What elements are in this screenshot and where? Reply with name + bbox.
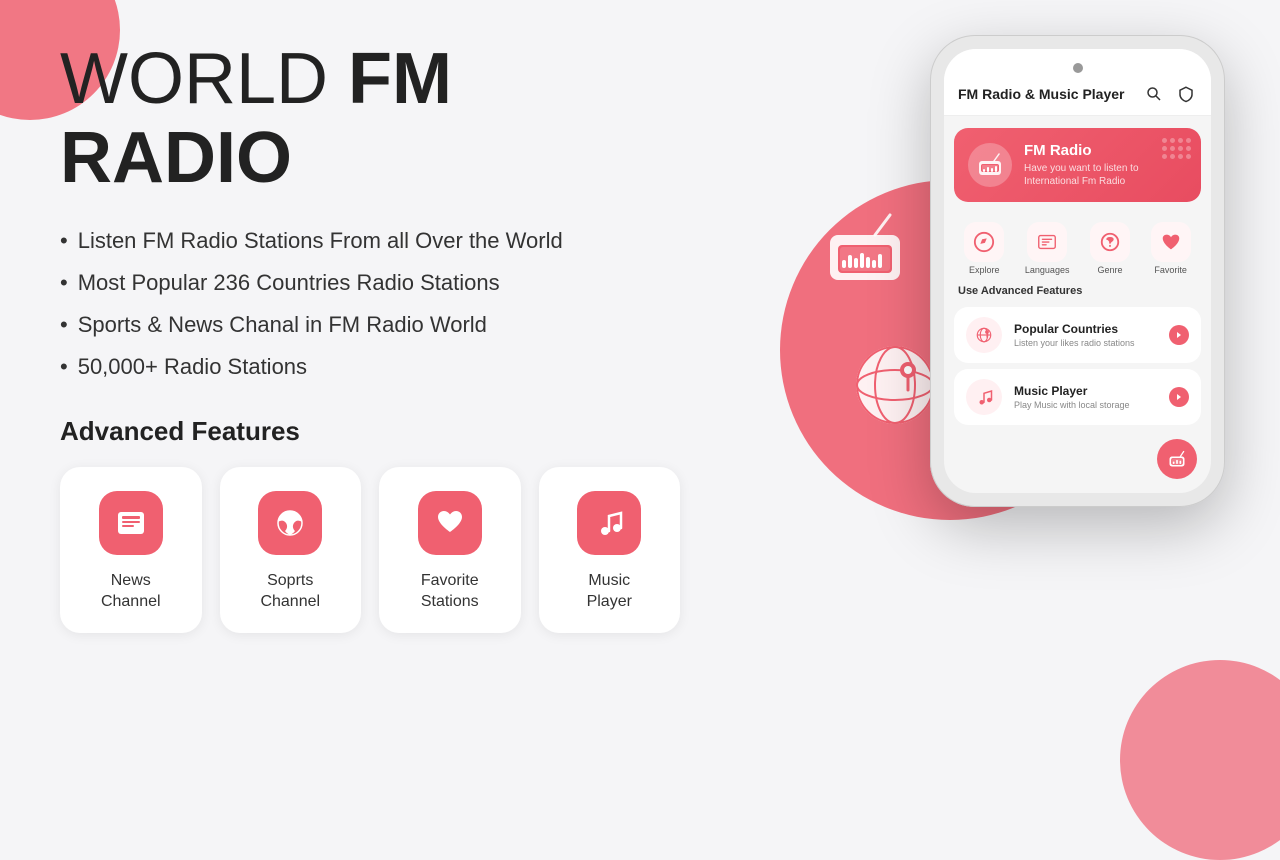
nav-genre[interactable]: Genre xyxy=(1090,222,1130,275)
genre-icon-circle xyxy=(1090,222,1130,262)
popular-countries-arrow[interactable] xyxy=(1169,325,1189,345)
bullet-2: Most Popular 236 Countries Radio Station… xyxy=(60,270,680,296)
popular-countries-text: Popular Countries Listen your likes radi… xyxy=(1014,322,1157,348)
shield-icon[interactable] xyxy=(1175,83,1197,105)
popular-countries-title: Popular Countries xyxy=(1014,322,1157,336)
nav-genre-label: Genre xyxy=(1098,265,1123,275)
search-icon[interactable] xyxy=(1143,83,1165,105)
fm-banner-dots xyxy=(1162,138,1191,159)
news-icon-bg xyxy=(99,491,163,555)
music-player-row[interactable]: Music Player Play Music with local stora… xyxy=(954,369,1201,425)
fm-banner-title: FM Radio xyxy=(1024,142,1139,159)
fab-radio-button[interactable] xyxy=(1157,439,1197,479)
popular-countries-row[interactable]: Popular Countries Listen your likes radi… xyxy=(954,307,1201,363)
phone-mockup: FM Radio & Music Player xyxy=(930,35,1225,507)
music-icon-bg xyxy=(577,491,641,555)
app-header-title: FM Radio & Music Player xyxy=(958,86,1124,102)
nav-explore-label: Explore xyxy=(969,265,1000,275)
explore-icon-circle xyxy=(964,222,1004,262)
phone-frame: FM Radio & Music Player xyxy=(930,35,1225,507)
music-icon xyxy=(592,506,626,540)
section-label: Use Advanced Features xyxy=(944,279,1211,301)
music-player-row-subtitle: Play Music with local storage xyxy=(1014,400,1157,410)
bullet-4: 50,000+ Radio Stations xyxy=(60,354,680,380)
heart-icon xyxy=(433,506,467,540)
fm-banner-text: FM Radio Have you want to listen toInter… xyxy=(1024,142,1139,188)
sports-channel-label: SoprtsChannel xyxy=(260,571,320,613)
news-icon xyxy=(114,506,148,540)
advanced-features-title: Advanced Features xyxy=(60,416,680,447)
left-content: WORLD FM RADIO Listen FM Radio Stations … xyxy=(60,40,680,633)
favorite-icon-bg xyxy=(418,491,482,555)
nav-favorite[interactable]: Favorite xyxy=(1151,222,1191,275)
fm-radio-icon xyxy=(968,143,1012,187)
phone-bottom-fab-area xyxy=(944,431,1211,493)
news-channel-label: NewsChannel xyxy=(101,571,161,613)
popular-countries-icon xyxy=(966,317,1002,353)
feature-card-music[interactable]: MusicPlayer xyxy=(539,467,681,633)
bullet-3: Sports & News Chanal in FM Radio World xyxy=(60,312,680,338)
bullet-1: Listen FM Radio Stations From all Over t… xyxy=(60,228,680,254)
bullet-list: Listen FM Radio Stations From all Over t… xyxy=(60,228,680,380)
title-part1: WORLD xyxy=(60,39,348,119)
bg-circle-bottom-right xyxy=(1120,660,1280,860)
sports-icon xyxy=(273,506,307,540)
languages-icon-circle xyxy=(1027,222,1067,262)
nav-explore[interactable]: Explore xyxy=(964,222,1004,275)
phone-camera xyxy=(1073,63,1083,73)
feature-cards-row: NewsChannel SoprtsChannel FavoriteStatio… xyxy=(60,467,680,633)
fm-banner[interactable]: FM Radio Have you want to listen toInter… xyxy=(954,128,1201,202)
feature-card-sports[interactable]: SoprtsChannel xyxy=(220,467,362,633)
main-title: WORLD FM RADIO xyxy=(60,40,680,198)
music-player-arrow[interactable] xyxy=(1169,387,1189,407)
music-player-row-icon xyxy=(966,379,1002,415)
feature-card-news[interactable]: NewsChannel xyxy=(60,467,202,633)
music-player-label: MusicPlayer xyxy=(587,571,632,613)
nav-favorite-label: Favorite xyxy=(1154,265,1187,275)
favorite-nav-icon-circle xyxy=(1151,222,1191,262)
nav-languages-label: Languages xyxy=(1025,265,1070,275)
nav-icons: Explore Languages xyxy=(944,214,1211,279)
music-player-row-title: Music Player xyxy=(1014,384,1157,398)
fm-banner-subtitle: Have you want to listen toInternational … xyxy=(1024,162,1139,188)
phone-screen: FM Radio & Music Player xyxy=(944,49,1211,493)
floating-radio-icon xyxy=(820,210,910,295)
nav-languages[interactable]: Languages xyxy=(1025,222,1070,275)
feature-card-favorite[interactable]: FavoriteStations xyxy=(379,467,521,633)
popular-countries-subtitle: Listen your likes radio stations xyxy=(1014,338,1157,348)
favorite-stations-label: FavoriteStations xyxy=(421,571,479,613)
sports-icon-bg xyxy=(258,491,322,555)
app-header-icons xyxy=(1143,83,1197,105)
floating-globe-icon xyxy=(850,340,940,435)
app-header: FM Radio & Music Player xyxy=(944,73,1211,116)
music-player-text: Music Player Play Music with local stora… xyxy=(1014,384,1157,410)
